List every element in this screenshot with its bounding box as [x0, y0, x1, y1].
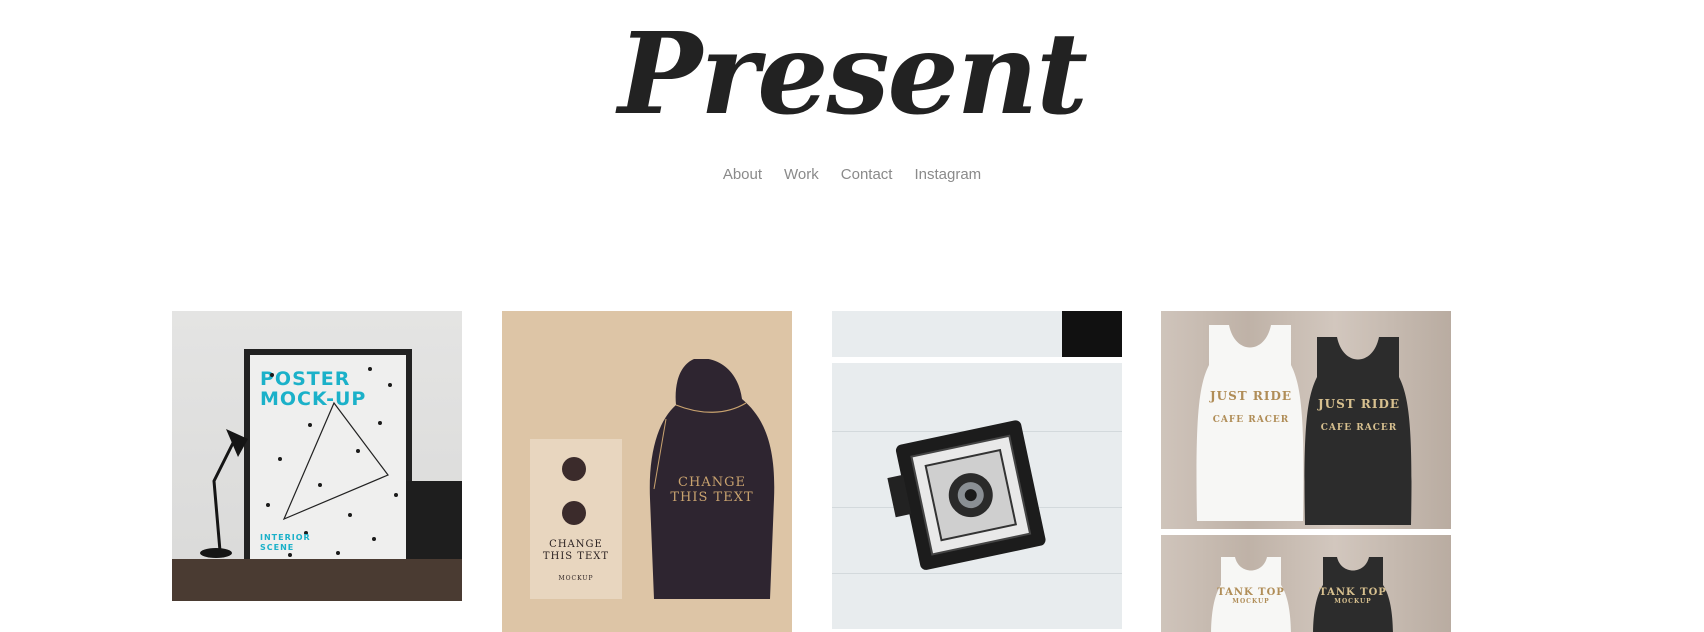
gallery-tile-poster[interactable]: POSTER MOCK-UP INTERIOR SCENE: [172, 311, 462, 601]
envelope-label: MOCKUP: [558, 575, 594, 582]
envelope-mockup: CHANGE THIS TEXT MOCKUP: [530, 439, 622, 599]
tanktop-photo-bottom: TANK TOP MOCKUP TANK TOP MOCKUP: [1161, 535, 1451, 632]
desk-lamp-illustration: [200, 429, 248, 558]
letter-b-decor: [406, 481, 462, 561]
envelope-text-line-2: THIS TEXT: [542, 551, 610, 562]
nav-contact-link[interactable]: Contact: [841, 166, 893, 183]
bag-text-line-2: THIS TEXT: [670, 490, 754, 505]
black-shirt-print-sub: CAFE RACER: [1320, 423, 1398, 433]
camera-illustration: [887, 420, 1046, 570]
main-nav: About Work Contact Instagram: [0, 166, 1704, 183]
site-logo[interactable]: Present: [0, 10, 1704, 140]
nav-work-link[interactable]: Work: [784, 166, 819, 183]
white-shirt-print-title: JUST RIDE: [1209, 389, 1293, 403]
poster-subtitle-line-1: INTERIOR: [260, 533, 311, 542]
nav-instagram-link[interactable]: Instagram: [914, 166, 981, 183]
black-shirt-print-2-title: TANK TOP: [1319, 587, 1387, 598]
poster-frame: POSTER MOCK-UP INTERIOR SCENE: [244, 349, 412, 571]
white-shirt-print: JUST RIDE CAFE RACER: [1199, 389, 1303, 425]
envelope-text-line-1: CHANGE: [549, 539, 603, 550]
desk-surface: [172, 559, 462, 601]
bag-text: CHANGE THIS TEXT: [652, 475, 772, 505]
black-shirt-print-2-sub: MOCKUP: [1334, 598, 1372, 605]
gallery-tile-bag[interactable]: CHANGE THIS TEXT MOCKUP CHANGE THIS TEXT: [502, 311, 792, 632]
poster-subtitle-line-2: SCENE: [260, 543, 295, 552]
nav-about-link[interactable]: About: [723, 166, 762, 183]
gallery-tile-tanktop[interactable]: JUST RIDE CAFE RACER JUST RIDE CAFE RACE…: [1161, 311, 1451, 632]
black-shirt-print-2: TANK TOP MOCKUP: [1313, 587, 1393, 605]
white-shirt-print-2-sub: MOCKUP: [1232, 598, 1270, 605]
white-shirt-print-2: TANK TOP MOCKUP: [1211, 587, 1291, 605]
dark-corner-object: [1062, 311, 1122, 357]
black-shirt-print-title: JUST RIDE: [1317, 397, 1401, 411]
white-shirt-print-sub: CAFE RACER: [1212, 415, 1290, 425]
tanktop-photo-top: JUST RIDE CAFE RACER JUST RIDE CAFE RACE…: [1161, 311, 1451, 529]
black-shirt-print: JUST RIDE CAFE RACER: [1307, 397, 1411, 433]
envelope-text: CHANGE THIS TEXT: [530, 539, 622, 563]
gallery-tile-camera[interactable]: [832, 311, 1122, 629]
white-shirt-print-2-title: TANK TOP: [1217, 587, 1285, 598]
divider-band: [832, 357, 1122, 363]
poster-subtitle: INTERIOR SCENE: [260, 533, 311, 553]
bag-text-line-1: CHANGE: [678, 475, 746, 490]
poster-paper: POSTER MOCK-UP INTERIOR SCENE: [250, 355, 406, 565]
